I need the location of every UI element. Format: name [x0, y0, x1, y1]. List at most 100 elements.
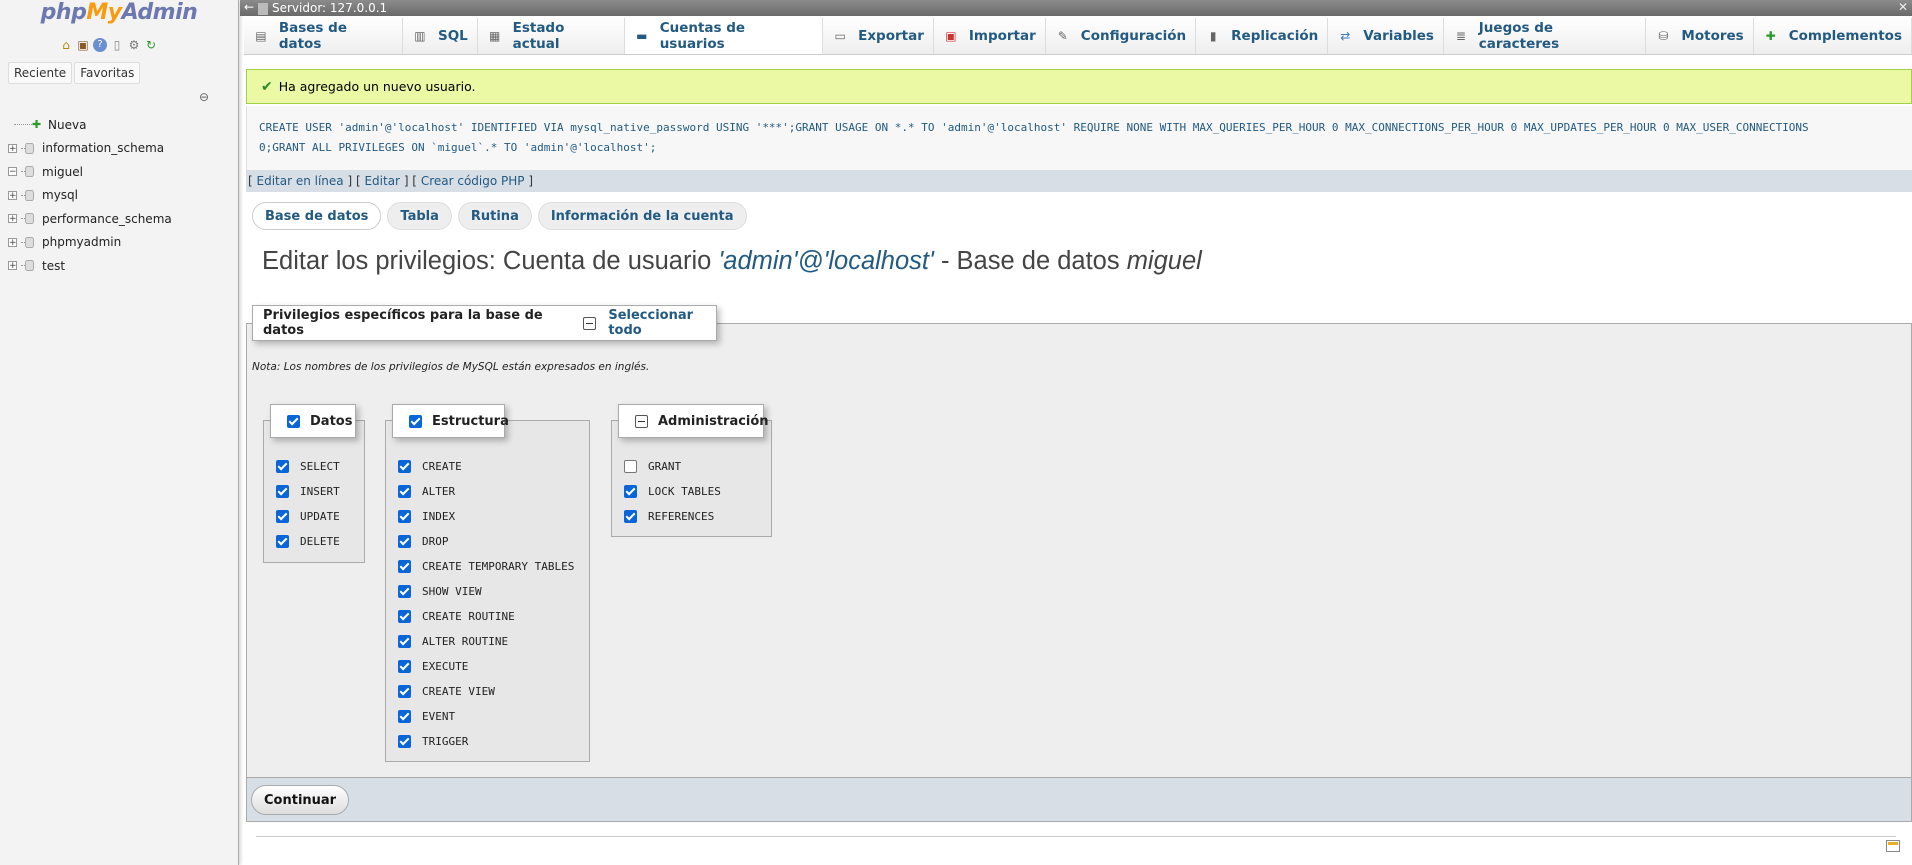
priv-select[interactable]: SELECT [276, 454, 340, 479]
tab-configuracion[interactable]: ✎ Configuración [1045, 18, 1197, 54]
collapse-icon[interactable]: − [8, 167, 17, 177]
edit-inline-link[interactable]: Editar en línea [257, 174, 344, 188]
close-icon[interactable]: ✕ [1898, 0, 1908, 14]
priv-label: GRANT [648, 460, 682, 473]
help-icon[interactable]: ? [93, 38, 107, 52]
tree-item-nueva[interactable]: ✚ Nueva [8, 113, 172, 137]
priv-index[interactable]: INDEX [398, 504, 455, 529]
priv-create[interactable]: CREATE [398, 454, 462, 479]
subtab-informacion-cuenta[interactable]: Información de la cuenta [537, 202, 747, 230]
priv-drop[interactable]: DROP [398, 529, 449, 554]
priv-lock-tables[interactable]: LOCK TABLES [624, 479, 721, 504]
priv-update[interactable]: UPDATE [276, 504, 340, 529]
priv-grant[interactable]: GRANT [624, 454, 681, 479]
tab-sql[interactable]: ▥ SQL [402, 18, 478, 54]
checkbox[interactable] [398, 710, 411, 723]
expand-icon[interactable]: + [8, 214, 17, 224]
expand-icon[interactable]: + [8, 190, 17, 200]
tab-label: Estado actual [512, 20, 565, 52]
tab-exportar[interactable]: ▭ Exportar [823, 18, 934, 54]
nav-icon-bar: ⌂ ▣ ? ▯ ⚙ ↻ [59, 38, 158, 52]
checkbox[interactable] [276, 485, 289, 498]
tab-estado-actual[interactable]: ▦ Estado actual [477, 18, 625, 54]
tab-bases-de-datos[interactable]: ▤ Bases de datos [244, 18, 403, 54]
priv-insert[interactable]: INSERT [276, 479, 340, 504]
checkbox[interactable] [398, 585, 411, 598]
priv-show-view[interactable]: SHOW VIEW [398, 579, 482, 604]
server-breadcrumb[interactable]: Servidor: 127.0.0.1 [258, 1, 387, 15]
checkbox[interactable] [398, 560, 411, 573]
subtab-rutina[interactable]: Rutina [457, 202, 532, 230]
checkbox[interactable] [398, 510, 411, 523]
create-php-code-link[interactable]: Crear código PHP [421, 174, 525, 188]
priv-event[interactable]: EVENT [398, 704, 455, 729]
checkbox[interactable] [398, 535, 411, 548]
tree-item-label: miguel [42, 164, 83, 179]
checkbox[interactable] [624, 510, 637, 523]
tab-juegos-de-caracteres[interactable]: ≣ Juegos de caracteres [1443, 18, 1647, 54]
priv-trigger[interactable]: TRIGGER [398, 729, 468, 754]
edit-link[interactable]: Editar [364, 174, 400, 188]
tree-item-performance-schema[interactable]: + performance_schema [8, 207, 172, 231]
console-icon[interactable] [1886, 840, 1900, 852]
tree-item-information-schema[interactable]: + information_schema [8, 137, 172, 161]
docs-icon[interactable]: ▯ [110, 38, 124, 52]
estructura-group-checkbox[interactable] [409, 414, 422, 428]
group-datos-legend[interactable]: Datos [270, 404, 356, 438]
subtab-tabla[interactable]: Tabla [387, 202, 452, 230]
priv-alter-routine[interactable]: ALTER ROUTINE [398, 629, 508, 654]
subtab-base-de-datos[interactable]: Base de datos [252, 202, 382, 230]
expand-icon[interactable]: + [8, 261, 17, 271]
checkbox[interactable] [398, 635, 411, 648]
checkbox[interactable] [398, 735, 411, 748]
checkbox[interactable] [398, 685, 411, 698]
home-icon[interactable]: ⌂ [59, 38, 73, 52]
tab-favoritas[interactable]: Favoritas [74, 62, 141, 84]
priv-references[interactable]: REFERENCES [624, 504, 714, 529]
tab-cuentas-de-usuarios[interactable]: ▬ Cuentas de usuarios [624, 18, 824, 54]
priv-create-temporary-tables[interactable]: CREATE TEMPORARY TABLES [398, 554, 574, 579]
settings-icon[interactable]: ⚙ [127, 38, 141, 52]
priv-delete[interactable]: DELETE [276, 529, 340, 554]
group-administracion-legend[interactable]: Administración [618, 404, 769, 438]
checkbox[interactable] [398, 610, 411, 623]
tab-label: Configuración [1080, 28, 1187, 44]
checkbox[interactable] [398, 660, 411, 673]
tab-replicacion[interactable]: ▮ Replicación [1196, 18, 1329, 54]
checkbox[interactable] [276, 460, 289, 473]
tab-motores[interactable]: ⛁ Motores [1646, 18, 1754, 54]
reload-icon[interactable]: ↻ [144, 38, 158, 52]
checkbox[interactable] [398, 485, 411, 498]
checkbox[interactable] [276, 510, 289, 523]
logout-icon[interactable]: ▣ [76, 38, 90, 52]
select-all-toggle[interactable]: Seleccionar todo [583, 308, 716, 338]
priv-create-view[interactable]: CREATE VIEW [398, 679, 495, 704]
collapse-panel-icon[interactable]: ← [244, 0, 254, 14]
phpmyadmin-logo[interactable]: phpMyAdmin [0, 0, 238, 25]
tree-item-test[interactable]: + test [8, 254, 172, 278]
tree-item-mysql[interactable]: + mysql [8, 184, 172, 208]
expand-icon[interactable]: + [8, 143, 17, 153]
select-all-checkbox[interactable] [583, 316, 597, 330]
priv-execute[interactable]: EXECUTE [398, 654, 468, 679]
link-with-main-icon[interactable]: ⊖ [199, 90, 209, 104]
tab-reciente[interactable]: Reciente [8, 62, 73, 84]
tab-importar[interactable]: ▣ Importar [933, 18, 1046, 54]
datos-group-checkbox[interactable] [287, 414, 300, 428]
tab-complementos[interactable]: ✚ Complementos [1753, 18, 1912, 54]
checkbox[interactable] [624, 485, 637, 498]
plugins-icon: ✚ [1765, 29, 1776, 43]
privilege-sub-tabs: Base de datos Tabla Rutina Información d… [252, 202, 747, 230]
tree-item-phpmyadmin[interactable]: + phpmyadmin [8, 231, 172, 255]
checkbox[interactable] [398, 460, 411, 473]
priv-create-routine[interactable]: CREATE ROUTINE [398, 604, 515, 629]
tree-item-miguel[interactable]: − miguel [8, 160, 172, 184]
priv-alter[interactable]: ALTER [398, 479, 455, 504]
continue-button[interactable]: Continuar [251, 785, 350, 815]
checkbox[interactable] [276, 535, 289, 548]
checkbox[interactable] [624, 460, 637, 473]
tab-variables[interactable]: ⇄ Variables [1328, 18, 1444, 54]
administracion-group-checkbox[interactable] [635, 414, 648, 428]
group-estructura-legend[interactable]: Estructura [392, 404, 509, 438]
expand-icon[interactable]: + [8, 237, 17, 247]
